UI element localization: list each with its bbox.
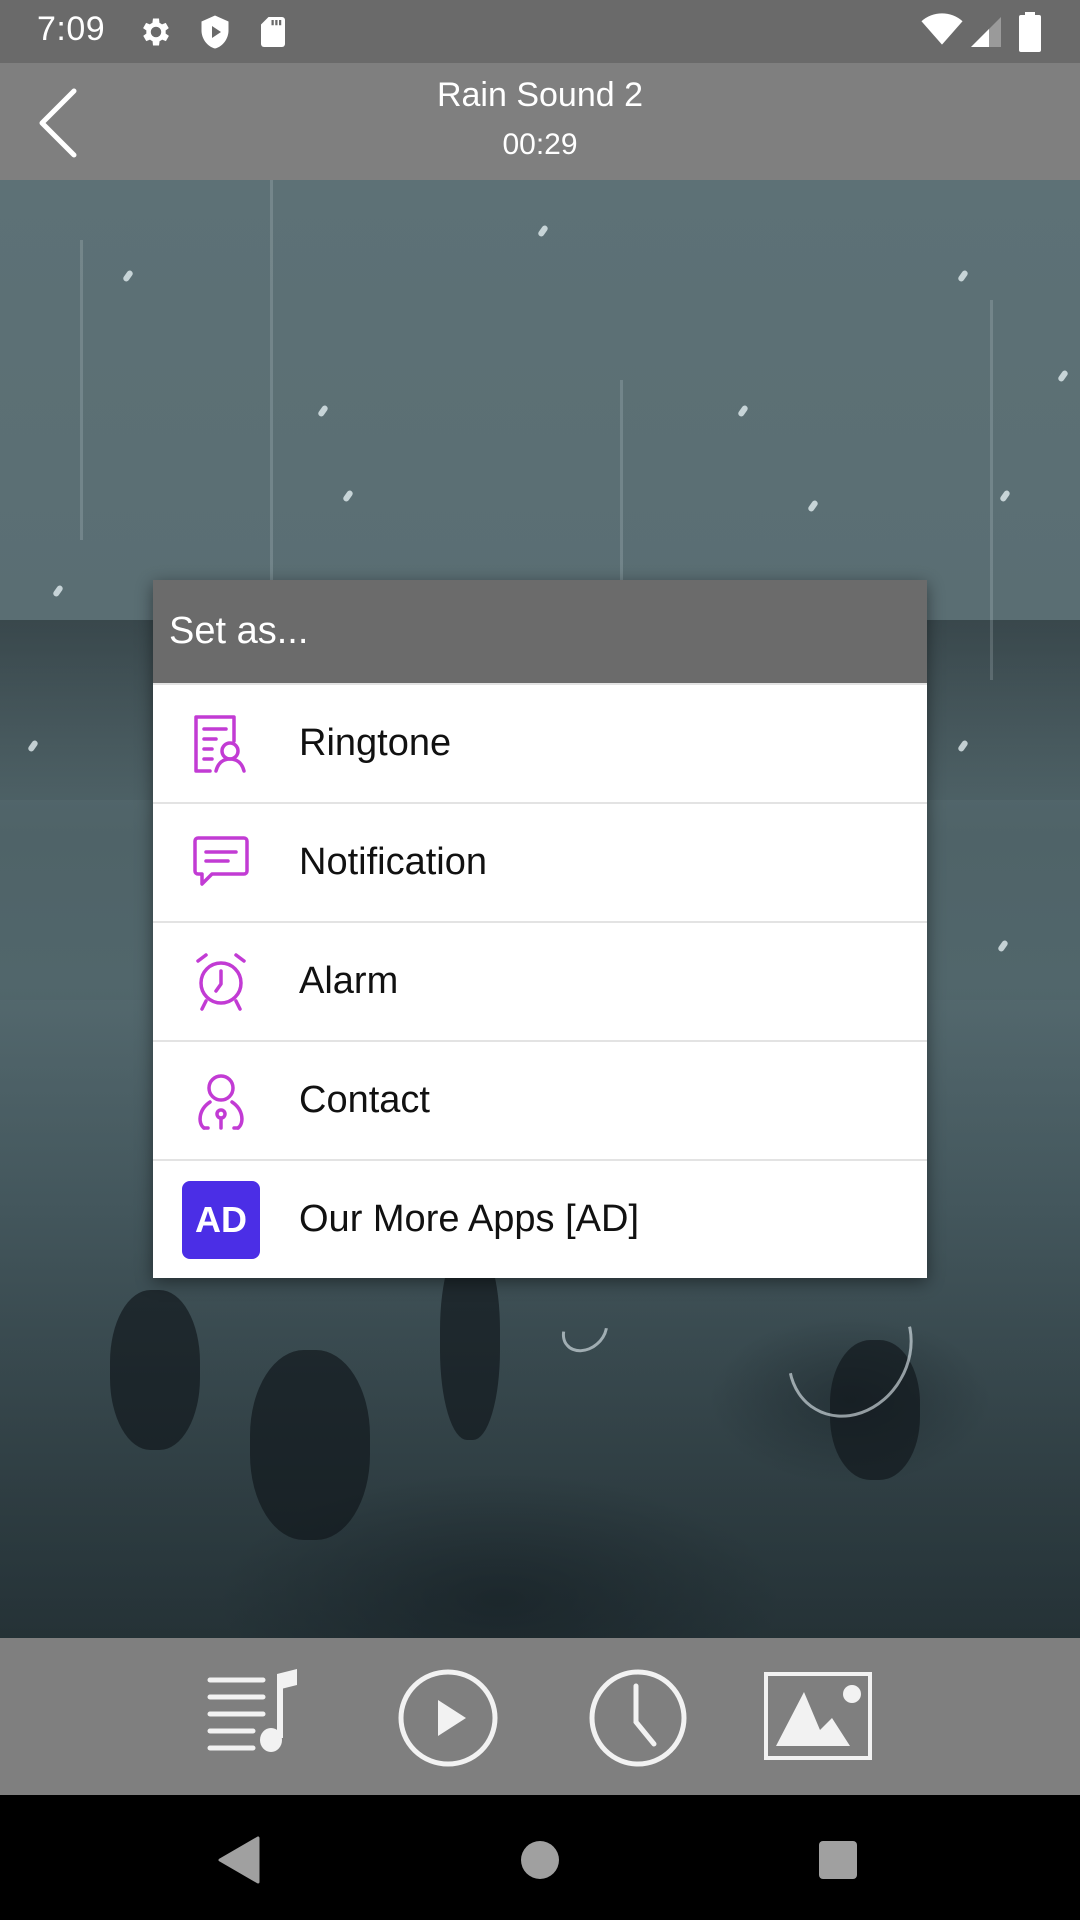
rain-drop <box>52 584 64 598</box>
gear-icon <box>143 18 169 46</box>
rain-drop <box>537 224 549 238</box>
bottom-toolbar <box>0 1638 1080 1795</box>
play-circle-icon <box>398 1669 498 1767</box>
status-time: 7:09 <box>37 10 106 48</box>
rain-drop <box>999 489 1011 503</box>
track-duration: 00:29 <box>502 128 578 161</box>
signal-icon <box>971 17 1001 47</box>
splash-shadow <box>110 1290 200 1450</box>
status-bar: 7:09 <box>0 0 1080 63</box>
rain-drop <box>1057 369 1069 383</box>
rain-streak <box>270 180 273 600</box>
ad-badge: AD <box>182 1180 260 1259</box>
contact-icon <box>181 1061 261 1141</box>
rain-drop <box>342 489 354 503</box>
wifi-icon <box>921 13 963 45</box>
set-as-contact-option[interactable]: Contact <box>153 1040 927 1159</box>
app-bar: Rain Sound 2 00:29 <box>0 63 1080 180</box>
set-as-dialog: Set as... Ringtone Notification Alarm Co… <box>153 580 927 1278</box>
track-title: Rain Sound 2 <box>436 76 644 114</box>
system-nav-bar <box>0 1795 1080 1920</box>
rain-drop <box>807 499 819 513</box>
sd-card-icon <box>261 17 285 47</box>
option-label: Contact <box>299 1079 430 1121</box>
wallpaper-button[interactable] <box>762 1668 872 1768</box>
notification-icon <box>181 823 261 903</box>
rain-drop <box>317 404 329 418</box>
rain-drop <box>957 269 969 283</box>
system-recents-button[interactable] <box>808 1830 868 1890</box>
play-button[interactable] <box>393 1668 503 1768</box>
clock-icon <box>589 1669 687 1767</box>
ringtone-icon <box>181 704 261 784</box>
battery-icon <box>1019 12 1041 52</box>
system-home-button[interactable] <box>510 1830 570 1890</box>
option-label: Our More Apps [AD] <box>299 1198 640 1240</box>
shield-play-icon <box>201 15 229 49</box>
recents-square-icon <box>819 1841 857 1879</box>
set-as-alarm-option[interactable]: Alarm <box>153 921 927 1040</box>
system-back-button[interactable] <box>210 1830 270 1890</box>
option-label: Notification <box>299 841 487 883</box>
alarm-clock-icon <box>181 942 261 1022</box>
rain-streak <box>80 240 83 540</box>
sleep-timer-button[interactable] <box>583 1668 693 1768</box>
set-as-notification-option[interactable]: Notification <box>153 802 927 921</box>
option-label: Alarm <box>299 960 399 1002</box>
ad-icon: AD <box>181 1180 261 1260</box>
rain-drop <box>737 404 749 418</box>
option-label: Ringtone <box>299 722 452 764</box>
dialog-title: Set as... <box>153 580 927 683</box>
set-as-ringtone-option[interactable]: Ringtone <box>153 683 927 802</box>
splash-shadow <box>250 1350 370 1540</box>
playlist-button[interactable] <box>205 1668 315 1768</box>
back-triangle-icon <box>218 1836 260 1884</box>
playlist-music-icon <box>207 1669 297 1752</box>
image-icon <box>764 1672 872 1760</box>
more-apps-ad-option[interactable]: AD Our More Apps [AD] <box>153 1159 927 1278</box>
home-circle-icon <box>521 1841 559 1879</box>
rain-drop <box>997 939 1009 953</box>
rain-streak <box>990 300 993 680</box>
rain-drop <box>122 269 134 283</box>
